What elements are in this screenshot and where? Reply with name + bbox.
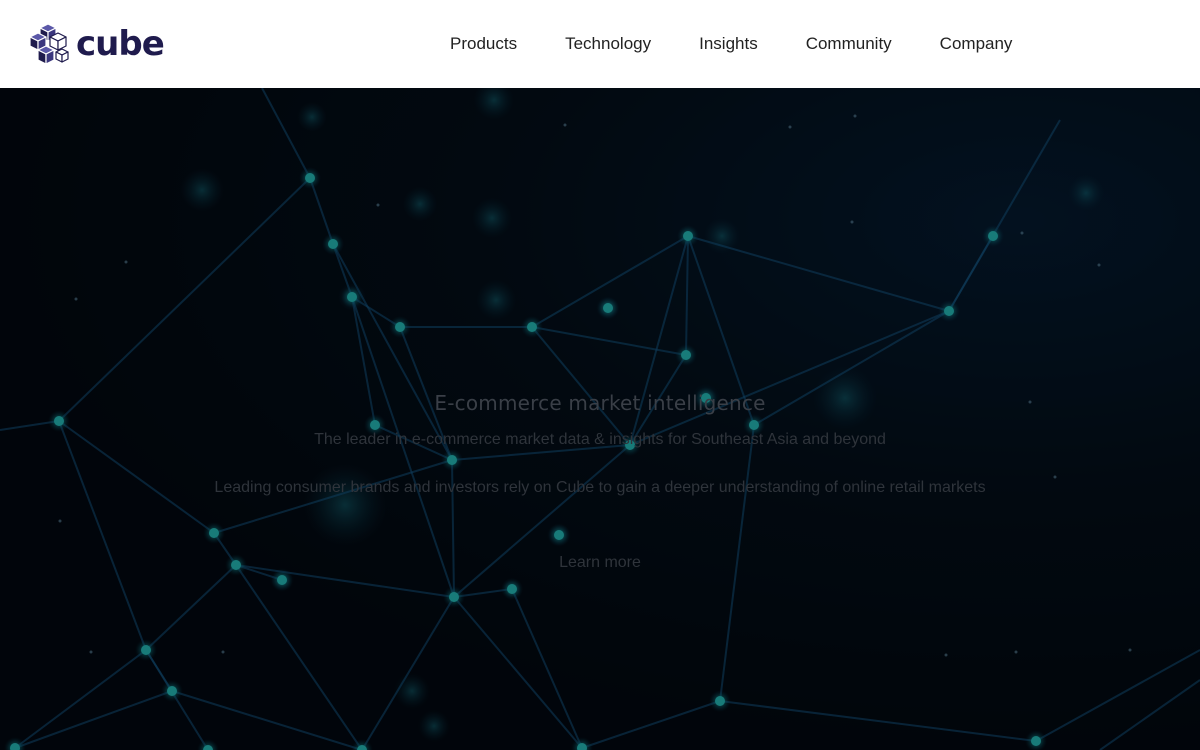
hero-description: Leading consumer brands and investors re… bbox=[214, 479, 986, 496]
cube-stack-icon bbox=[29, 23, 69, 65]
logo-link[interactable]: cube bbox=[28, 22, 165, 66]
nav-insights[interactable]: Insights bbox=[675, 0, 782, 88]
nav-products[interactable]: Products bbox=[426, 0, 541, 88]
hero-title: E-commerce market intelligence bbox=[434, 391, 766, 415]
nav-company[interactable]: Company bbox=[916, 0, 1037, 88]
nav-community[interactable]: Community bbox=[782, 0, 916, 88]
main-nav: Products Technology Insights Community C… bbox=[426, 0, 1036, 88]
nav-technology[interactable]: Technology bbox=[541, 0, 675, 88]
logo-text: cube bbox=[76, 24, 165, 64]
hero-subtitle: The leader in e-commerce market data & i… bbox=[314, 431, 886, 448]
learn-more-link[interactable]: Learn more bbox=[540, 551, 660, 575]
hero-section: E-commerce market intelligence The leade… bbox=[0, 88, 1200, 750]
hero-content: E-commerce market intelligence The leade… bbox=[0, 88, 1200, 750]
site-header: cube Products Technology Insights Commun… bbox=[0, 0, 1200, 88]
